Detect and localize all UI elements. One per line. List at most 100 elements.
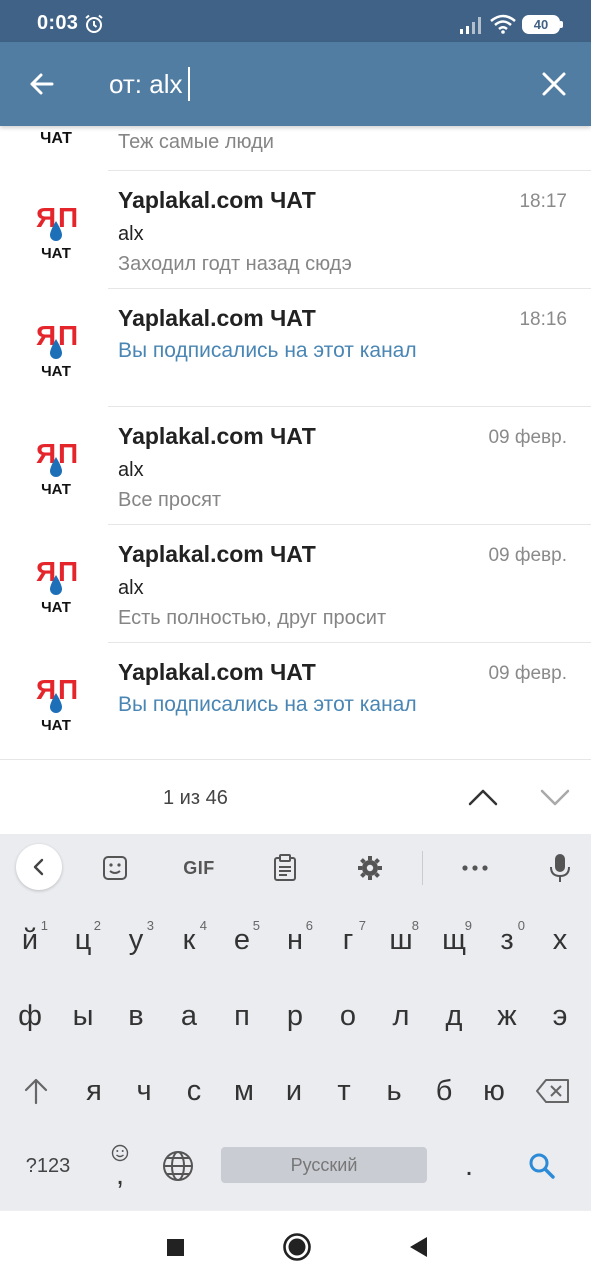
message-sender: alx bbox=[118, 459, 144, 481]
key-у[interactable]: у3 bbox=[110, 910, 162, 970]
key-label: и bbox=[285, 1074, 303, 1107]
key-label: ц bbox=[74, 923, 92, 956]
message-preview: Заходил годт назад сюдэ bbox=[118, 253, 352, 275]
key-я[interactable]: я bbox=[68, 1061, 120, 1121]
key-м[interactable]: м bbox=[218, 1061, 270, 1121]
shift-key[interactable] bbox=[10, 1061, 62, 1121]
chevron-up-icon[interactable] bbox=[465, 782, 501, 812]
status-bar: 0:03 40 bbox=[0, 0, 591, 42]
emoji-comma-key[interactable]: , bbox=[94, 1136, 146, 1196]
key-ш[interactable]: ш8 bbox=[375, 910, 427, 970]
recents-square-icon[interactable] bbox=[159, 1231, 191, 1263]
key-э[interactable]: э bbox=[534, 986, 586, 1046]
svg-text:ЧАТ: ЧАТ bbox=[41, 245, 71, 261]
key-label: в bbox=[128, 999, 144, 1032]
key-label: , bbox=[115, 1158, 125, 1191]
key-н[interactable]: н6 bbox=[269, 910, 321, 970]
list-item-partial[interactable]: ЧАТ ЧАТ Теж самые люди bbox=[0, 126, 591, 171]
list-item[interactable]: Я П ЧАТ Yaplakal.com ЧАТ 18:17 alx Заход… bbox=[0, 171, 591, 289]
key-к[interactable]: к4 bbox=[163, 910, 215, 970]
search-pager: 1 из 46 bbox=[0, 759, 591, 834]
list-item[interactable]: Я П ЧАТ Yaplakal.com ЧАТ 18:16 Вы подпис… bbox=[0, 289, 591, 407]
key-ф[interactable]: ф bbox=[4, 986, 56, 1046]
svg-text:ЧАТ: ЧАТ bbox=[41, 363, 71, 379]
key-л[interactable]: л bbox=[375, 986, 427, 1046]
key-label: б bbox=[435, 1074, 453, 1107]
key-г[interactable]: г7 bbox=[322, 910, 374, 970]
back-triangle-icon[interactable] bbox=[403, 1231, 435, 1263]
sticker-icon[interactable] bbox=[93, 846, 137, 890]
globe-icon[interactable] bbox=[152, 1136, 204, 1196]
key-label: о bbox=[339, 999, 357, 1032]
search-icon bbox=[529, 1153, 555, 1179]
chevron-down-icon[interactable] bbox=[537, 782, 573, 812]
key-д[interactable]: д bbox=[428, 986, 480, 1046]
key-label: ?123 bbox=[25, 1154, 71, 1177]
search-input[interactable]: от: alx bbox=[109, 62, 191, 106]
message-time: 09 февр. bbox=[488, 427, 567, 448]
period-key[interactable]: . bbox=[443, 1136, 495, 1196]
arrow-left-icon[interactable] bbox=[22, 64, 62, 104]
key-label: а bbox=[180, 999, 198, 1032]
microphone-icon[interactable] bbox=[538, 846, 582, 890]
key-п[interactable]: п bbox=[216, 986, 268, 1046]
shift-arrow-icon bbox=[24, 1078, 48, 1105]
svg-text:ЧАТ: ЧАТ bbox=[41, 599, 71, 615]
key-label: ь bbox=[386, 1074, 402, 1107]
key-ц[interactable]: ц2 bbox=[57, 910, 109, 970]
more-icon[interactable] bbox=[453, 846, 497, 890]
list-item[interactable]: Я П ЧАТ Yaplakal.com ЧАТ 09 февр. alx Вс… bbox=[0, 407, 591, 525]
key-label: ж bbox=[497, 999, 517, 1032]
key-х[interactable]: х bbox=[534, 910, 586, 970]
key-т[interactable]: т bbox=[318, 1061, 370, 1121]
home-circle-icon[interactable] bbox=[281, 1231, 313, 1263]
list-item[interactable]: Я П ЧАТ Yaplakal.com ЧАТ 09 февр. alx Ес… bbox=[0, 525, 591, 643]
key-hint: 1 bbox=[40, 918, 48, 933]
key-щ[interactable]: щ9 bbox=[428, 910, 480, 970]
key-р[interactable]: р bbox=[269, 986, 321, 1046]
list-item[interactable]: Я П ЧАТ Yaplakal.com ЧАТ 09 февр. Вы под… bbox=[0, 643, 591, 759]
key-в[interactable]: в bbox=[110, 986, 162, 1046]
backspace-key[interactable] bbox=[527, 1061, 579, 1121]
close-icon[interactable] bbox=[536, 66, 572, 102]
key-б[interactable]: б bbox=[418, 1061, 470, 1121]
key-а[interactable]: а bbox=[163, 986, 215, 1046]
key-hint: 5 bbox=[252, 918, 260, 933]
gif-button[interactable]: GIF bbox=[177, 846, 221, 890]
message-sender: alx bbox=[118, 577, 144, 599]
status-time: 0:03 bbox=[37, 12, 79, 34]
key-е[interactable]: е5 bbox=[216, 910, 268, 970]
key-о[interactable]: о bbox=[322, 986, 374, 1046]
key-ы[interactable]: ы bbox=[57, 986, 109, 1046]
key-hint: 2 bbox=[93, 918, 101, 933]
key-ж[interactable]: ж bbox=[481, 986, 533, 1046]
search-input-value[interactable]: от: alx bbox=[109, 69, 182, 100]
battery-icon: 40 bbox=[522, 15, 560, 34]
key-й[interactable]: й1 bbox=[4, 910, 56, 970]
key-ю[interactable]: ю bbox=[468, 1061, 520, 1121]
key-з[interactable]: з0 bbox=[481, 910, 533, 970]
key-с[interactable]: с bbox=[168, 1061, 220, 1121]
gear-icon[interactable] bbox=[348, 846, 392, 890]
key-ч[interactable]: ч bbox=[118, 1061, 170, 1121]
key-label: я bbox=[86, 1074, 102, 1107]
key-label: м bbox=[234, 1074, 254, 1107]
key-hint: 3 bbox=[146, 918, 154, 933]
search-key[interactable] bbox=[516, 1136, 568, 1196]
symbols-key[interactable]: ?123 bbox=[18, 1136, 78, 1196]
message-time: 18:17 bbox=[519, 191, 567, 212]
chevron-left-icon[interactable] bbox=[16, 844, 62, 890]
key-и[interactable]: и bbox=[268, 1061, 320, 1121]
message-preview: Все просят bbox=[118, 489, 222, 511]
key-ь[interactable]: ь bbox=[368, 1061, 420, 1121]
search-results-list: ЧАТ ЧАТ Теж самые люди Я П ЧАТ Yaplakal.… bbox=[0, 126, 591, 759]
alarm-icon bbox=[85, 14, 103, 33]
key-label: ч bbox=[136, 1074, 152, 1107]
message-time: 09 февр. bbox=[488, 545, 567, 566]
clipboard-icon[interactable] bbox=[263, 846, 307, 890]
chat-title: Yaplakal.com ЧАТ bbox=[118, 305, 316, 331]
key-hint: 7 bbox=[358, 918, 366, 933]
space-key[interactable]: Русский bbox=[221, 1147, 427, 1183]
key-label: г bbox=[342, 923, 354, 956]
avatar: Я П ЧАТ bbox=[24, 315, 88, 380]
